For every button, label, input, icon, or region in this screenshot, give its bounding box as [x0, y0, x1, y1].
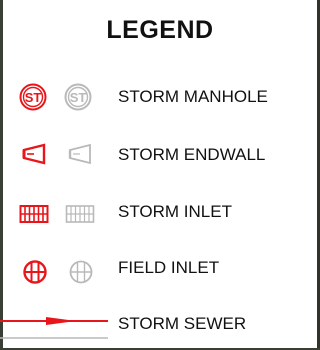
storm-sewer-label: STORM SEWER [118, 314, 247, 333]
field-inlet-icon [23, 260, 47, 284]
legend-title: LEGEND [106, 16, 214, 44]
storm-sewer-line-icon [0, 317, 108, 339]
storm-manhole-label: STORM MANHOLE [118, 87, 268, 106]
map-edge-left [0, 0, 3, 350]
field-inlet-label: FIELD INLET [118, 258, 220, 277]
storm-inlet-icon [19, 205, 49, 223]
storm-manhole-icon: ST [19, 83, 47, 111]
storm-inlet-label: STORM INLET [118, 202, 232, 221]
storm-endwall-label: STORM ENDWALL [118, 145, 266, 164]
storm-manhole-symbol-text: ST [25, 90, 42, 105]
storm-manhole-inactive-icon: ST [64, 83, 92, 111]
field-inlet-inactive-icon [69, 260, 93, 284]
legend-panel: LEGEND ST ST STORM MANHOLE STORM ENDWALL [0, 0, 320, 350]
storm-endwall-icon [22, 143, 46, 165]
storm-inlet-inactive-icon [65, 205, 95, 223]
storm-manhole-inactive-symbol-text: ST [70, 90, 87, 105]
storm-endwall-inactive-icon [68, 143, 91, 165]
